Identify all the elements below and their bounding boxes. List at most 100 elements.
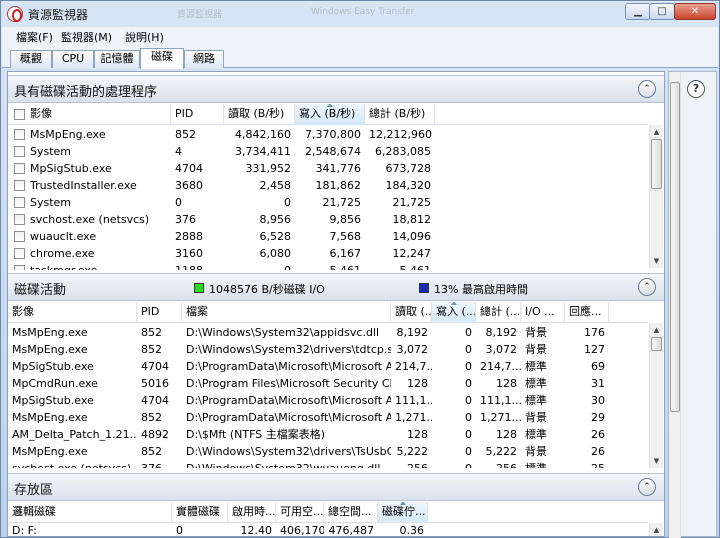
table-cell: 4,842,160 (235, 128, 291, 141)
maximize-button[interactable]: □ (649, 3, 675, 20)
column-header-total[interactable]: 總計 (B/秒) (365, 104, 435, 125)
table-row[interactable]: wuauclt.exe 2888 6,528 7,568 14,096 (8, 228, 648, 245)
table-row[interactable]: MpSigStub.exe 4704 331,952 341,776 673,728 (8, 160, 648, 177)
column-header-io-priority[interactable]: I/O ... (521, 302, 565, 323)
column-header-total[interactable]: 總計 (... (476, 302, 521, 323)
table-cell: 852 (141, 445, 162, 458)
table-cell: 0 (284, 196, 291, 209)
row-checkbox[interactable] (14, 129, 25, 140)
table-row[interactable]: MpSigStub.exe 4704 D:\ProgramData\Microsof… (8, 392, 648, 409)
row-checkbox[interactable] (14, 163, 25, 174)
column-header-write[interactable]: 寫入 (... (432, 302, 476, 323)
table-row[interactable]: MpSigStub.exe 4704 D:\ProgramData\Microsof… (8, 358, 648, 375)
table-row[interactable]: MsMpEng.exe 852 D:\ProgramData\Microsoft\M… (8, 409, 648, 426)
table-cell: 0 (465, 326, 472, 339)
column-header-available-space[interactable]: 可用空... (276, 502, 324, 523)
processes-with-disk-activity-header[interactable]: 具有磁碟活動的處理程序 ⌃ (8, 75, 664, 103)
collapse-chevron-icon[interactable]: ⌃ (638, 478, 656, 496)
column-header-pid[interactable]: PID (137, 302, 182, 323)
row-checkbox[interactable] (14, 231, 25, 242)
table-row[interactable]: System 4 3,734,411 2,548,674 6,283,085 (8, 143, 648, 160)
storage-table-scrollbar[interactable]: ▲ (649, 523, 663, 536)
menu-file[interactable]: 檔案(F) (16, 29, 53, 45)
row-checkbox[interactable] (14, 214, 25, 225)
column-header-image[interactable]: 影像 (8, 104, 171, 125)
table-row[interactable]: MpCmdRun.exe 5016 D:\Program Files\Microso… (8, 375, 648, 392)
tab-memory[interactable]: 記憶體 (94, 50, 140, 68)
table-cell: AM_Delta_Patch_1.21... (12, 428, 137, 441)
select-all-checkbox[interactable] (14, 109, 25, 120)
tab-disk[interactable]: 磁碟 (140, 48, 184, 69)
column-header-active-time[interactable]: 啟用時... (228, 502, 276, 523)
column-header-response-time[interactable]: 回應... (565, 302, 609, 323)
column-header-pid[interactable]: PID (171, 104, 224, 125)
table-cell: 26 (591, 445, 605, 458)
scroll-thumb[interactable] (651, 139, 662, 189)
table-row[interactable]: MsMpEng.exe 852 D:\Windows\System32\driver… (8, 341, 648, 358)
table-cell: MsMpEng.exe (12, 445, 88, 458)
table-row[interactable]: svchost.exe (netsvcs) 376 8,956 9,856 18,812 (8, 211, 648, 228)
column-header-image[interactable]: 影像 (8, 302, 137, 323)
column-header-read[interactable]: 讀取 (... (391, 302, 432, 323)
table-cell: 256 (476, 460, 521, 468)
table-row[interactable]: chrome.exe 3160 6,080 6,167 12,247 (8, 245, 648, 262)
disk-activity-header[interactable]: 磁碟活動 1048576 B/秒磁碟 I/O 13% 最高啟用時間 ⌃ (8, 273, 664, 301)
table-row[interactable]: TrustedInstaller.exe 3680 2,458 181,862 184,… (8, 177, 648, 194)
processes-table-scrollbar[interactable]: ▲ ▼ (649, 125, 663, 268)
column-header-write[interactable]: 寫入 (B/秒) (295, 104, 365, 125)
column-header-total-space[interactable]: 總空間... (324, 502, 378, 523)
tab-network[interactable]: 網路 (184, 50, 224, 68)
table-cell: 0 (465, 377, 472, 390)
table-cell: 406,170 (280, 524, 324, 537)
table-row[interactable]: taskmgr.exe118805,4615,461 (8, 262, 648, 270)
column-header-file[interactable]: 檔案 (182, 302, 391, 323)
table-row[interactable]: D: F: 0 12.40 406,170 476,487 0.36 (8, 522, 648, 537)
side-panel-scrollbar[interactable] (669, 72, 681, 538)
table-row[interactable]: AM_Delta_Patch_1.21... 4892 D:\$Mft (NTFS … (8, 426, 648, 443)
table-cell: D:\Windows\System32\wuaueng.dll (182, 460, 391, 468)
column-header-logical-disk[interactable]: 邏輯磁碟 (8, 502, 172, 523)
table-cell: 673,728 (385, 162, 432, 175)
tab-cpu[interactable]: CPU (52, 50, 94, 68)
tab-overview[interactable]: 概觀 (10, 50, 52, 68)
table-cell: 25 (565, 460, 609, 468)
close-button[interactable]: ✕ (674, 3, 716, 20)
storage-header[interactable]: 存放區 ⌃ (8, 473, 664, 501)
processes-table-header: 影像 PID 讀取 (B/秒) 寫入 (B/秒) 總計 (B/秒) (8, 104, 648, 125)
scroll-up-arrow-icon[interactable]: ▲ (650, 323, 663, 337)
table-row[interactable]: MsMpEng.exe 852 D:\Windows\System32\driver… (8, 443, 648, 460)
column-header-physical-disk[interactable]: 實體磁碟 (172, 502, 228, 523)
row-checkbox[interactable] (14, 180, 25, 191)
table-cell: 1188 (171, 262, 224, 270)
row-checkbox[interactable] (14, 197, 25, 208)
table-cell: 18,812 (392, 213, 432, 226)
column-header-disk-queue-length[interactable]: 磁碟佇... (378, 502, 428, 523)
column-header-read[interactable]: 讀取 (B/秒) (224, 104, 295, 125)
scroll-up-arrow-icon[interactable]: ▲ (650, 125, 663, 139)
collapse-chevron-icon[interactable]: ⌃ (638, 278, 656, 296)
table-row[interactable]: System 0 0 21,725 21,725 (8, 194, 648, 211)
scroll-thumb[interactable] (651, 337, 662, 351)
disk-activity-table-scrollbar[interactable]: ▲ ▼ (649, 323, 663, 468)
table-row[interactable]: MsMpEng.exe 852 4,842,160 7,370,800 12,212,9… (8, 126, 648, 143)
menu-monitor[interactable]: 監視器(M) (61, 29, 112, 45)
storage-table: 邏輯磁碟 實體磁碟 啟用時... 可用空... 總空間... 磁碟佇... D:… (8, 502, 664, 537)
scroll-up-arrow-icon[interactable]: ▲ (650, 523, 663, 536)
table-cell: 852 (141, 326, 162, 339)
table-cell: 181,862 (315, 179, 362, 192)
menu-help[interactable]: 說明(H) (125, 29, 164, 45)
table-cell: taskmgr.exe (26, 262, 171, 270)
collapse-chevron-icon[interactable]: ⌃ (638, 80, 656, 98)
help-icon[interactable]: ? (687, 80, 705, 98)
scroll-thumb[interactable] (670, 82, 680, 412)
scroll-down-arrow-icon[interactable]: ▼ (650, 254, 663, 268)
row-checkbox[interactable] (14, 248, 25, 259)
row-checkbox[interactable] (14, 146, 25, 157)
table-row[interactable]: svchost.exe (netsvcs)376D:\Windows\Syste… (8, 460, 648, 468)
row-checkbox[interactable] (14, 265, 25, 270)
minimize-button[interactable]: ▁ (625, 3, 651, 20)
scroll-down-arrow-icon[interactable]: ▼ (650, 454, 663, 468)
table-cell: 7,568 (329, 230, 362, 243)
table-row[interactable]: MsMpEng.exe 852 D:\Windows\System32\appids… (8, 324, 648, 341)
disk-io-legend-swatch (194, 283, 204, 293)
